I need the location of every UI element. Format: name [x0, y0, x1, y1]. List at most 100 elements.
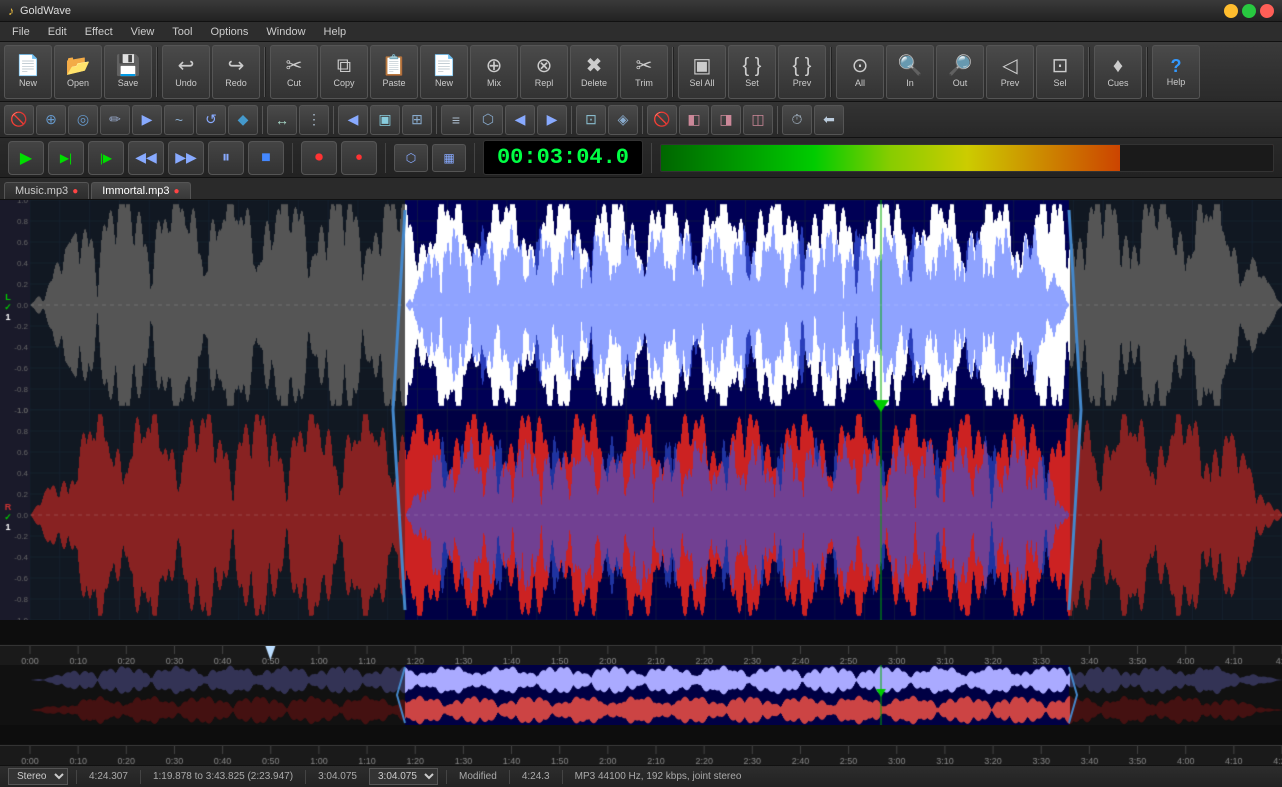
- next-icon[interactable]: ▶: [537, 105, 567, 135]
- prev2-btn[interactable]: ◁Prev: [986, 45, 1034, 99]
- play2-icon[interactable]: ▶: [132, 105, 162, 135]
- menu-tool[interactable]: Tool: [164, 24, 200, 40]
- menu-window[interactable]: Window: [258, 24, 313, 40]
- hex-icon[interactable]: ⬡: [473, 105, 503, 135]
- position-dropdown[interactable]: 3:04.075: [369, 768, 438, 785]
- save-btn[interactable]: 💾Save: [104, 45, 152, 99]
- record-button[interactable]: ⏺: [301, 141, 337, 175]
- toolbar-separator: [1146, 47, 1148, 97]
- loop-icon[interactable]: ◎: [68, 105, 98, 135]
- status-sep3: [305, 770, 306, 784]
- maximize-button[interactable]: [1242, 4, 1256, 18]
- status-sep1: [76, 770, 77, 784]
- tab-immortal[interactable]: Immortal.mp3●: [91, 182, 190, 199]
- transport-bar: ▶ ▶| |▶ ◀◀ ▶▶ ⏸ ■ ⏺ ⏺ ⬡ ▦ 00:03:04.0: [0, 138, 1282, 178]
- stop-icon[interactable]: 🚫: [4, 105, 34, 135]
- arrow-icon[interactable]: ⬅: [814, 105, 844, 135]
- plus-icon[interactable]: ⊞: [402, 105, 432, 135]
- close-button[interactable]: [1260, 4, 1274, 18]
- repl-btn[interactable]: ⊗Repl: [520, 45, 568, 99]
- mini-waveform-canvas[interactable]: [0, 665, 1282, 725]
- fast-forward-button[interactable]: ▶▶: [168, 141, 204, 175]
- record-selection-button[interactable]: ⏺: [341, 141, 377, 175]
- mix-btn[interactable]: ⊕Mix: [470, 45, 518, 99]
- window-controls: [1224, 4, 1274, 18]
- half2-icon[interactable]: ◨: [711, 105, 741, 135]
- half-icon[interactable]: ◧: [679, 105, 709, 135]
- minimize-button[interactable]: [1224, 4, 1238, 18]
- channel-mode-button[interactable]: ⬡: [394, 144, 428, 172]
- all-btn[interactable]: ⊙All: [836, 45, 884, 99]
- modified-label: Modified: [455, 771, 501, 782]
- dots-icon[interactable]: ⋮: [299, 105, 329, 135]
- wave-icon[interactable]: ~: [164, 105, 194, 135]
- tab-close-music[interactable]: ●: [72, 186, 78, 197]
- app-title: GoldWave: [20, 5, 71, 17]
- toolbar-separator: [672, 47, 674, 97]
- toolbar2-separator: [571, 106, 572, 134]
- stop-button[interactable]: ■: [248, 141, 284, 175]
- sel-btn[interactable]: ⊡Sel: [1036, 45, 1084, 99]
- new2-btn[interactable]: 📄New: [420, 45, 468, 99]
- ruler-canvas: [0, 646, 1282, 665]
- in-btn[interactable]: 🔍In: [886, 45, 934, 99]
- play-selection-button[interactable]: ▶|: [48, 141, 84, 175]
- toolbar2-separator: [262, 106, 263, 134]
- expand-icon[interactable]: ↔: [267, 105, 297, 135]
- pause-button[interactable]: ⏸: [208, 141, 244, 175]
- waveform-area[interactable]: [0, 200, 1282, 645]
- menu-effect[interactable]: Effect: [77, 24, 121, 40]
- move-icon[interactable]: ⊕: [36, 105, 66, 135]
- toolbar-separator: [264, 47, 266, 97]
- menu-options[interactable]: Options: [202, 24, 256, 40]
- rewind-button[interactable]: ◀◀: [128, 141, 164, 175]
- copy-btn[interactable]: ⧉Copy: [320, 45, 368, 99]
- tab-close-immortal[interactable]: ●: [173, 186, 179, 197]
- out-btn[interactable]: 🔎Out: [936, 45, 984, 99]
- open-btn[interactable]: 📂Open: [54, 45, 102, 99]
- toolbar2-separator: [777, 106, 778, 134]
- status-sep4: [446, 770, 447, 784]
- display-mode-button[interactable]: ▦: [432, 144, 466, 172]
- menu-file[interactable]: File: [4, 24, 38, 40]
- trim-btn[interactable]: ✂Trim: [620, 45, 668, 99]
- timer-icon[interactable]: ⏱: [782, 105, 812, 135]
- set-btn[interactable]: { }Set: [728, 45, 776, 99]
- play-end-button[interactable]: |▶: [88, 141, 124, 175]
- menu-edit[interactable]: Edit: [40, 24, 75, 40]
- menu-icon[interactable]: ≡: [441, 105, 471, 135]
- delete-btn[interactable]: ✖Delete: [570, 45, 618, 99]
- edit-icon[interactable]: ✏: [100, 105, 130, 135]
- cues-btn[interactable]: ♦Cues: [1094, 45, 1142, 99]
- tab-music[interactable]: Music.mp3●: [4, 182, 89, 199]
- level-meter-empty: [1120, 145, 1273, 171]
- selall-btn[interactable]: ▣Sel All: [678, 45, 726, 99]
- position-label: 3:04.075: [314, 771, 361, 782]
- cut-btn[interactable]: ✂Cut: [270, 45, 318, 99]
- time-display: 00:03:04.0: [483, 140, 643, 175]
- mode-dropdown[interactable]: Stereo Mono: [8, 768, 68, 785]
- grid-icon[interactable]: ▣: [370, 105, 400, 135]
- block-icon[interactable]: 🚫: [647, 105, 677, 135]
- back-icon[interactable]: ◀: [338, 105, 368, 135]
- main-toolbar: 📄New📂Open💾Save↩Undo↪Redo✂Cut⧉Copy📋Paste📄…: [0, 42, 1282, 102]
- new-btn[interactable]: 📄New: [4, 45, 52, 99]
- marker-icon[interactable]: ◈: [608, 105, 638, 135]
- half3-icon[interactable]: ◫: [743, 105, 773, 135]
- diamond-icon[interactable]: ◆: [228, 105, 258, 135]
- redo-btn[interactable]: ↪Redo: [212, 45, 260, 99]
- waveform-canvas[interactable]: [0, 200, 1282, 620]
- menu-help[interactable]: Help: [316, 24, 355, 40]
- toolbar2-separator: [333, 106, 334, 134]
- play-button[interactable]: ▶: [8, 141, 44, 175]
- transport-separator3: [474, 143, 475, 173]
- help-btn[interactable]: ?Help: [1152, 45, 1200, 99]
- prev-btn[interactable]: { }Prev: [778, 45, 826, 99]
- paste-btn[interactable]: 📋Paste: [370, 45, 418, 99]
- undo-btn[interactable]: ↩Undo: [162, 45, 210, 99]
- prev-icon[interactable]: ◀: [505, 105, 535, 135]
- mini-view[interactable]: [0, 665, 1282, 745]
- menu-view[interactable]: View: [123, 24, 163, 40]
- sel2-icon[interactable]: ⊡: [576, 105, 606, 135]
- rotate-icon[interactable]: ↺: [196, 105, 226, 135]
